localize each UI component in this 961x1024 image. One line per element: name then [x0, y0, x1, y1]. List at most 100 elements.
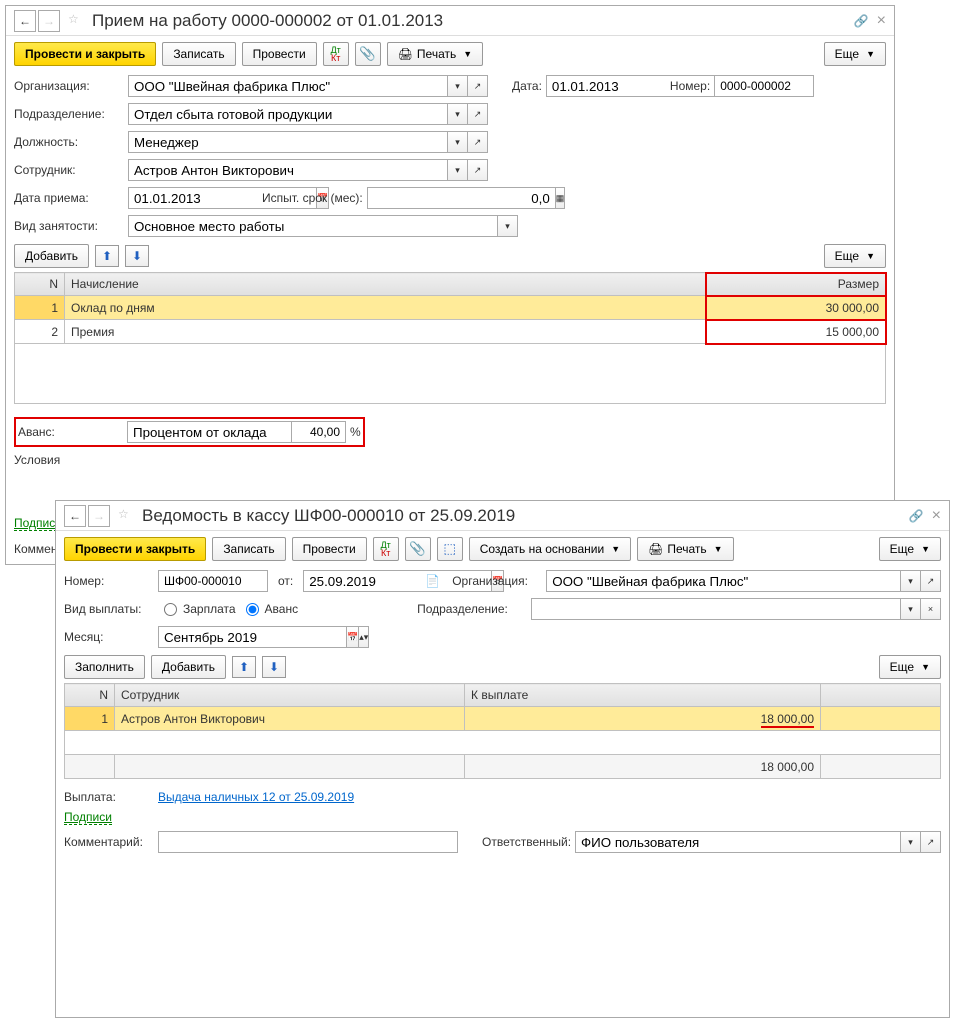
dropdown-button[interactable]: ▾: [448, 131, 468, 153]
advance-label: Аванс: [265, 602, 299, 616]
comment-label: Комментарий:: [64, 835, 154, 849]
fill-button[interactable]: Заполнить: [64, 655, 145, 679]
structure-button[interactable]: ⬚: [437, 537, 463, 561]
submit-button[interactable]: Провести: [292, 537, 367, 561]
submit-close-button[interactable]: Провести и закрыть: [14, 42, 156, 66]
number-field[interactable]: [714, 75, 814, 97]
date-label: Дата:: [512, 79, 542, 93]
clear-button[interactable]: ×: [921, 598, 941, 620]
col-n: N: [15, 273, 65, 296]
dropdown-button[interactable]: ▾: [901, 570, 921, 592]
employee-field[interactable]: [128, 159, 448, 181]
number-field[interactable]: [158, 570, 268, 592]
toolbar: Провести и закрыть Записать Провести ДтК…: [6, 36, 894, 72]
position-label: Должность:: [14, 135, 124, 149]
move-down-button[interactable]: ⬇: [125, 245, 149, 267]
close-icon[interactable]: ×: [877, 12, 886, 30]
responsible-field[interactable]: [575, 831, 901, 853]
table-row[interactable]: 2 Премия 15 000,00: [15, 320, 886, 344]
dropdown-button[interactable]: ▾: [448, 103, 468, 125]
add-button[interactable]: Добавить: [151, 655, 226, 679]
table-row-empty: [65, 731, 941, 755]
hire-window: ← → ☆ Прием на работу 0000-000002 от 01.…: [5, 5, 895, 565]
open-button[interactable]: ↗: [921, 831, 941, 853]
move-up-button[interactable]: ⬆: [95, 245, 119, 267]
dtkt-button[interactable]: ДтКт: [323, 42, 349, 66]
number-label: Номер:: [64, 574, 154, 588]
org-label: Организация:: [452, 574, 542, 588]
payroll-window: ← → ☆ Ведомость в кассу ШФ00-000010 от 2…: [55, 500, 950, 1018]
signatures-link[interactable]: Подписи: [64, 810, 112, 825]
org-field[interactable]: [546, 570, 901, 592]
comment-field[interactable]: [158, 831, 458, 853]
month-label: Месяц:: [64, 630, 154, 644]
month-field[interactable]: [158, 626, 347, 648]
position-field[interactable]: [128, 131, 448, 153]
dept-field[interactable]: [128, 103, 448, 125]
dept-field[interactable]: [531, 598, 901, 620]
hire-date-label: Дата приема:: [14, 191, 124, 205]
titlebar: ← → ☆ Прием на работу 0000-000002 от 01.…: [6, 6, 894, 36]
open-button[interactable]: ↗: [468, 159, 488, 181]
payout-table: N Сотрудник К выплате 1 Астров Антон Вик…: [64, 683, 941, 779]
window-title: Ведомость в кассу ШФ00-000010 от 25.09.2…: [142, 506, 909, 526]
payout-link[interactable]: Выдача наличных 12 от 25.09.2019: [158, 790, 354, 804]
favorite-star-icon[interactable]: ☆: [68, 12, 86, 30]
salary-radio[interactable]: [164, 603, 177, 616]
employment-label: Вид занятости:: [14, 219, 124, 233]
dtkt-button[interactable]: ДтКт: [373, 537, 399, 561]
dropdown-button[interactable]: ▾: [448, 75, 468, 97]
open-button[interactable]: ↗: [468, 131, 488, 153]
open-button[interactable]: ↗: [468, 75, 488, 97]
table-row[interactable]: 1 Оклад по дням 30 000,00: [15, 296, 886, 320]
window-title: Прием на работу 0000-000002 от 01.01.201…: [92, 11, 854, 31]
dropdown-button[interactable]: ▾: [448, 159, 468, 181]
dropdown-button[interactable]: ▾: [901, 598, 921, 620]
table-row[interactable]: 1 Астров Антон Викторович 18 000,00: [65, 707, 941, 731]
spinner-icon[interactable]: ▴▾: [359, 626, 369, 648]
close-icon[interactable]: ×: [932, 507, 941, 525]
open-button[interactable]: ↗: [921, 570, 941, 592]
more-button[interactable]: Еще▼: [824, 42, 886, 66]
create-based-button[interactable]: Создать на основании▼: [469, 537, 631, 561]
write-button[interactable]: Записать: [212, 537, 285, 561]
col-extra: [821, 684, 941, 707]
table-more-button[interactable]: Еще▼: [824, 244, 886, 268]
nav-back-button[interactable]: ←: [64, 505, 86, 527]
col-accrual: Начисление: [65, 273, 706, 296]
nav-forward-button[interactable]: →: [38, 10, 60, 32]
calendar-icon[interactable]: 📅: [347, 626, 359, 648]
write-button[interactable]: Записать: [162, 42, 235, 66]
advance-label: Аванс:: [18, 425, 123, 439]
move-down-button[interactable]: ⬇: [262, 656, 286, 678]
dept-label: Подразделение:: [14, 107, 124, 121]
nav-back-button[interactable]: ←: [14, 10, 36, 32]
nav-forward-button[interactable]: →: [88, 505, 110, 527]
attach-button[interactable]: 📎: [355, 42, 381, 66]
advance-type-field[interactable]: [127, 421, 316, 443]
table-row-empty: [15, 344, 886, 404]
move-up-button[interactable]: ⬆: [232, 656, 256, 678]
percent-label: %: [350, 425, 361, 439]
attach-button[interactable]: 📎: [405, 537, 431, 561]
print-button[interactable]: 🖨 Печать▼: [387, 42, 483, 66]
open-button[interactable]: ↗: [468, 103, 488, 125]
probation-field[interactable]: [367, 187, 556, 209]
more-button[interactable]: Еще▼: [879, 537, 941, 561]
dropdown-button[interactable]: ▾: [498, 215, 518, 237]
favorite-star-icon[interactable]: ☆: [118, 507, 136, 525]
table-more-button[interactable]: Еще▼: [879, 655, 941, 679]
advance-value-field[interactable]: [291, 421, 346, 443]
advance-radio[interactable]: [246, 603, 259, 616]
calc-icon[interactable]: ▦: [556, 187, 566, 209]
link-icon[interactable]: 🔗: [909, 509, 924, 523]
org-field[interactable]: [128, 75, 448, 97]
employment-field[interactable]: [128, 215, 498, 237]
dept-label: Подразделение:: [417, 602, 527, 616]
submit-close-button[interactable]: Провести и закрыть: [64, 537, 206, 561]
submit-button[interactable]: Провести: [242, 42, 317, 66]
link-icon[interactable]: 🔗: [854, 14, 869, 28]
dropdown-button[interactable]: ▾: [901, 831, 921, 853]
print-button[interactable]: 🖨 Печать▼: [637, 537, 733, 561]
add-button[interactable]: Добавить: [14, 244, 89, 268]
